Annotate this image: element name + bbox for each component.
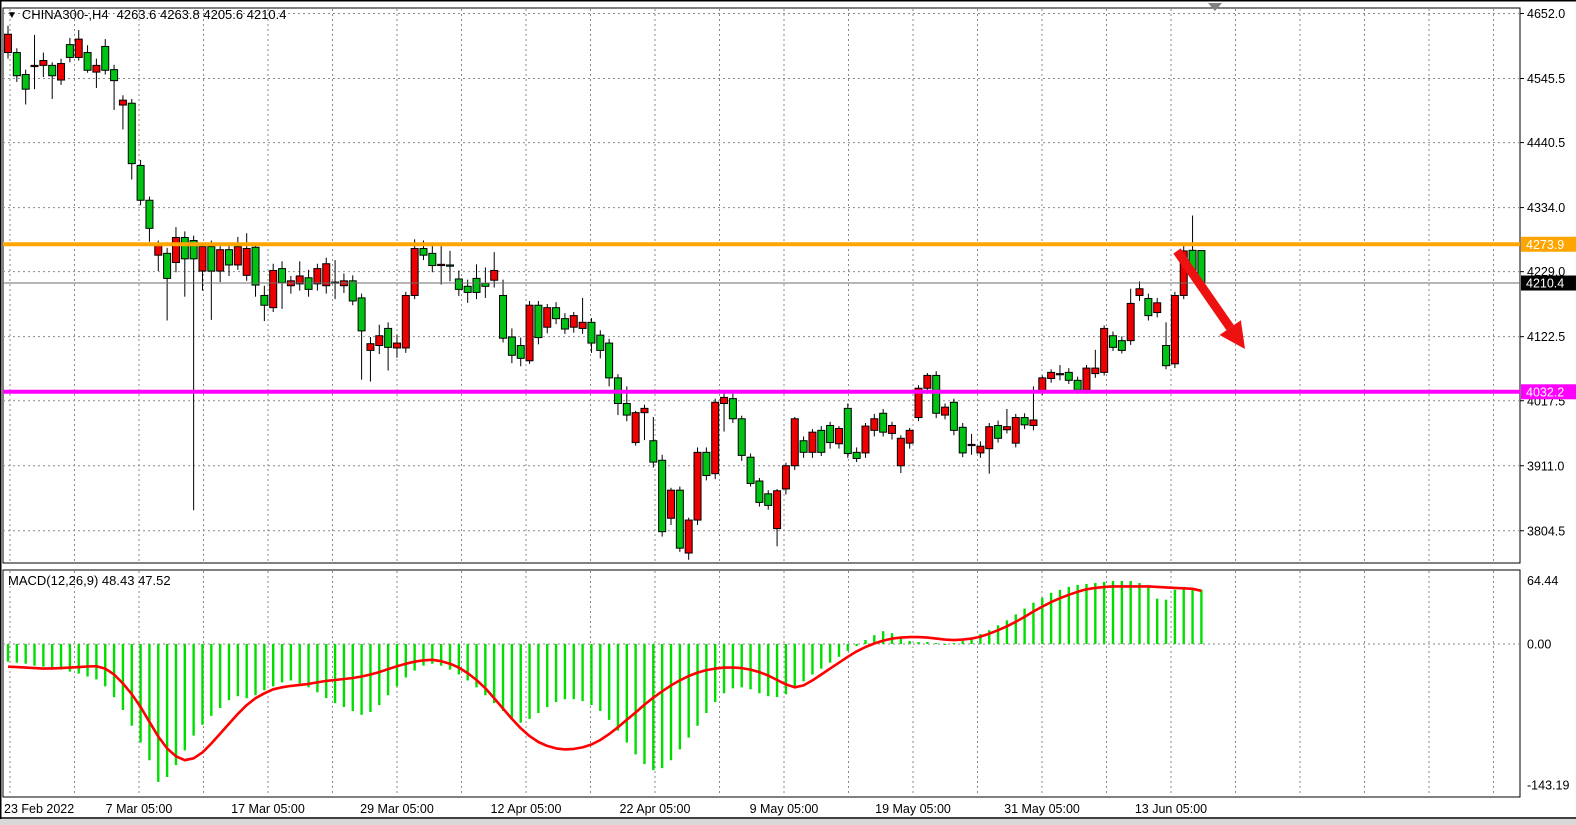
svg-text:0.00: 0.00 xyxy=(1527,638,1551,652)
svg-text:31 May 05:00: 31 May 05:00 xyxy=(1004,802,1080,816)
svg-text:3804.5: 3804.5 xyxy=(1527,524,1565,538)
svg-text:4652.0: 4652.0 xyxy=(1527,7,1565,21)
symbol-timeframe-label: CHINA300-,H4 xyxy=(22,7,109,22)
svg-text:4334.0: 4334.0 xyxy=(1527,201,1565,215)
ohlc-readout: 4263.6 4263.8 4205.6 4210.4 xyxy=(117,7,287,22)
svg-text:13 Jun 05:00: 13 Jun 05:00 xyxy=(1135,802,1207,816)
svg-text:23 Feb 2022: 23 Feb 2022 xyxy=(4,802,74,816)
trading-chart-window: 4652.04545.54440.54334.04229.04122.54017… xyxy=(0,0,1576,825)
resistance-price-tag: 4273.9 xyxy=(1521,237,1576,252)
svg-text:12 Apr 05:00: 12 Apr 05:00 xyxy=(491,802,562,816)
svg-text:4545.5: 4545.5 xyxy=(1527,72,1565,86)
chart-title: ▼ CHINA300-,H4 4263.6 4263.8 4205.6 4210.4 xyxy=(7,7,287,22)
bottom-strip xyxy=(0,819,1576,825)
svg-text:19 May 05:00: 19 May 05:00 xyxy=(875,802,951,816)
svg-text:4210.4: 4210.4 xyxy=(1526,277,1564,291)
svg-text:4440.5: 4440.5 xyxy=(1527,136,1565,150)
svg-text:9 May 05:00: 9 May 05:00 xyxy=(750,802,819,816)
chart-canvas[interactable]: 4652.04545.54440.54334.04229.04122.54017… xyxy=(0,0,1576,825)
svg-text:4032.2: 4032.2 xyxy=(1526,385,1564,399)
svg-text:22 Apr 05:00: 22 Apr 05:00 xyxy=(620,802,691,816)
svg-text:4273.9: 4273.9 xyxy=(1526,238,1564,252)
svg-text:-143.19: -143.19 xyxy=(1527,779,1569,793)
svg-text:17 Mar 05:00: 17 Mar 05:00 xyxy=(231,802,305,816)
svg-text:3911.0: 3911.0 xyxy=(1527,459,1564,473)
support-price-tag: 4032.2 xyxy=(1521,384,1576,399)
svg-text:64.44: 64.44 xyxy=(1527,574,1558,588)
current-price-tag: 4210.4 xyxy=(1521,276,1576,291)
svg-text:29 Mar 05:00: 29 Mar 05:00 xyxy=(360,802,434,816)
svg-text:7 Mar 05:00: 7 Mar 05:00 xyxy=(106,802,173,816)
symbol-dropdown-icon[interactable]: ▼ xyxy=(7,10,17,21)
macd-indicator-label: MACD(12,26,9) 48.43 47.52 xyxy=(8,573,171,588)
svg-text:4122.5: 4122.5 xyxy=(1527,330,1565,344)
